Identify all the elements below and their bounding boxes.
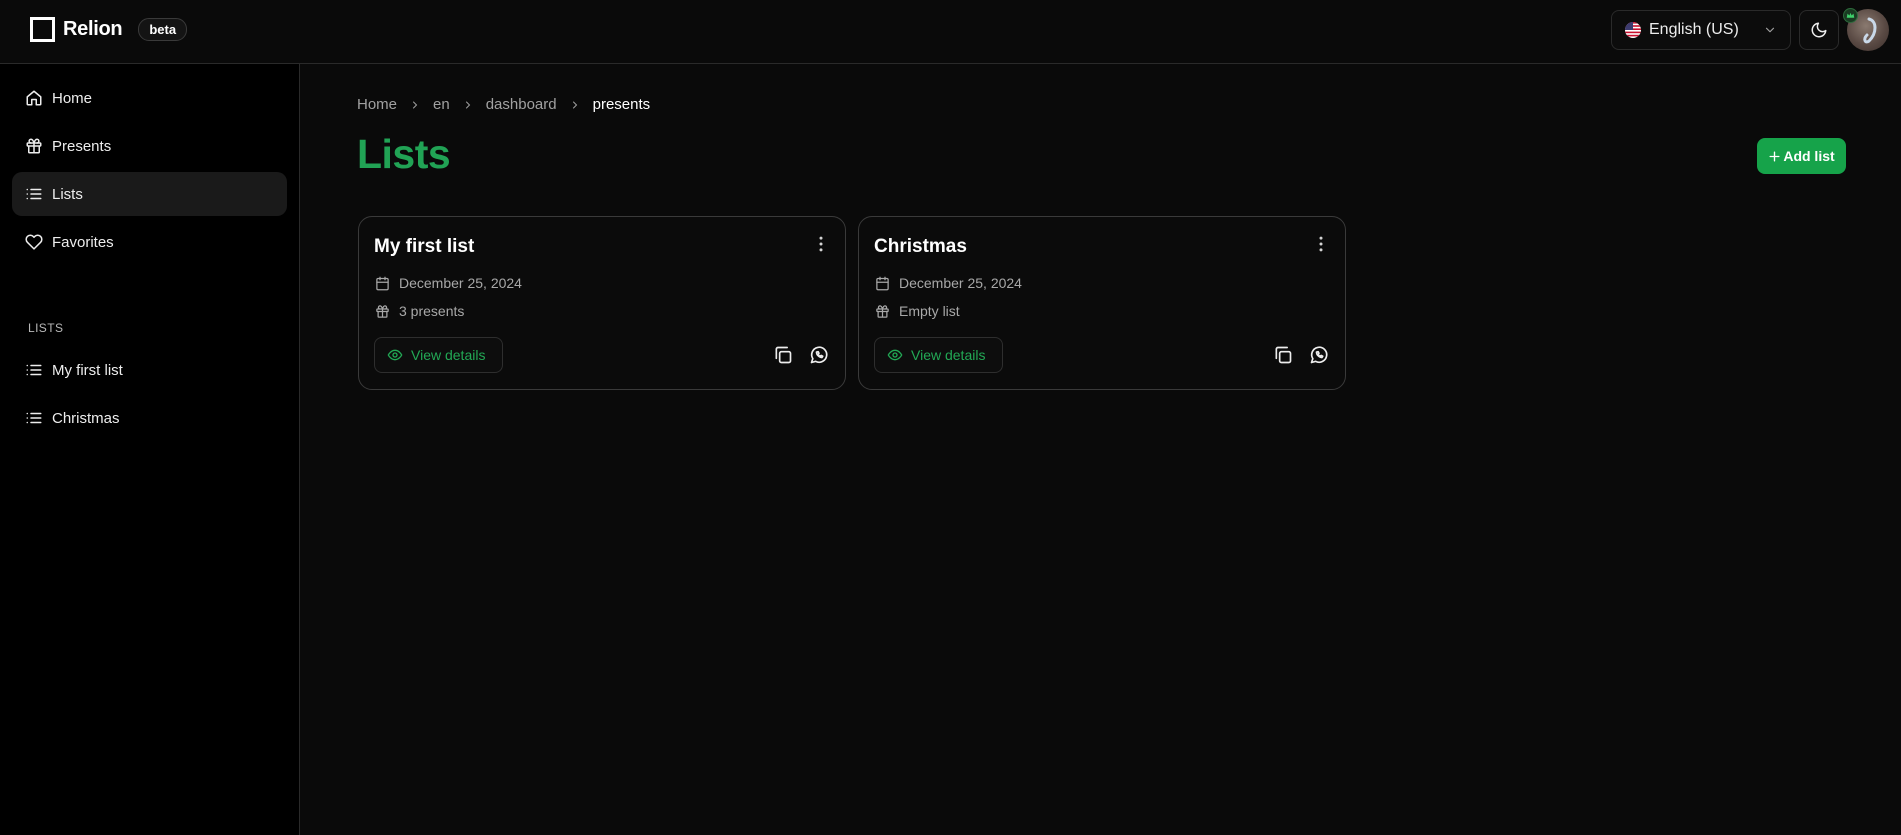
breadcrumb-dashboard[interactable]: dashboard — [486, 96, 557, 113]
sidebar-item-favorites[interactable]: Favorites — [12, 220, 287, 264]
sidebar: Home Presents Lists Favorites LISTS My f… — [0, 64, 300, 835]
sidebar-item-label: Lists — [52, 185, 83, 203]
us-flag-icon — [1625, 22, 1641, 38]
gift-icon — [375, 304, 390, 319]
card-date-text: December 25, 2024 — [899, 275, 1022, 291]
sidebar-item-label: Home — [52, 89, 93, 107]
add-list-button[interactable]: Add list — [1757, 138, 1846, 174]
crown-icon — [1843, 8, 1858, 23]
brand[interactable]: Relion beta — [30, 17, 188, 42]
sidebar-item-christmas[interactable]: Christmas — [12, 396, 287, 440]
sidebar-item-lists[interactable]: Lists — [12, 172, 287, 216]
plus-icon — [1768, 150, 1781, 163]
card-date-text: December 25, 2024 — [399, 275, 522, 291]
sidebar-item-my-first-list[interactable]: My first list — [12, 348, 287, 392]
copy-icon[interactable] — [773, 345, 793, 365]
list-icon — [25, 361, 43, 379]
moon-icon — [1810, 21, 1828, 39]
sidebar-item-label: Christmas — [52, 409, 120, 427]
list-card: Christmas December 25, 2024 Empty list V… — [858, 216, 1346, 390]
card-count: Empty list — [875, 303, 960, 319]
list-icon — [25, 409, 43, 427]
calendar-icon — [375, 276, 390, 291]
card-date: December 25, 2024 — [875, 275, 1022, 291]
theme-toggle-button[interactable] — [1799, 10, 1839, 50]
chevron-down-icon — [1763, 23, 1777, 37]
view-details-button[interactable]: View details — [374, 337, 503, 373]
add-list-label: Add list — [1783, 148, 1835, 164]
brand-name: Relion — [63, 18, 123, 40]
eye-icon — [387, 347, 403, 363]
chevron-right-icon — [569, 99, 581, 111]
chevron-right-icon — [409, 99, 421, 111]
list-card: My first list December 25, 2024 3 presen… — [358, 216, 846, 390]
card-count-text: Empty list — [899, 303, 960, 319]
logo-icon — [30, 17, 55, 42]
sidebar-item-label: My first list — [52, 361, 123, 379]
whatsapp-icon[interactable] — [809, 345, 829, 365]
breadcrumb-en[interactable]: en — [433, 96, 450, 113]
page-title: Lists — [357, 131, 451, 177]
list-icon — [25, 185, 43, 203]
breadcrumb-home[interactable]: Home — [357, 96, 397, 113]
sidebar-item-home[interactable]: Home — [12, 76, 287, 120]
card-count: 3 presents — [375, 303, 464, 319]
sidebar-item-label: Favorites — [52, 233, 114, 251]
view-details-label: View details — [911, 347, 986, 363]
breadcrumb-presents: presents — [592, 96, 651, 113]
language-select[interactable]: English (US) — [1611, 10, 1791, 50]
gift-icon — [875, 304, 890, 319]
top-bar: Relion beta English (US) — [0, 0, 1901, 64]
gift-icon — [25, 137, 43, 155]
sidebar-item-label: Presents — [52, 137, 112, 155]
more-vertical-icon[interactable] — [1311, 234, 1331, 254]
calendar-icon — [875, 276, 890, 291]
home-icon — [25, 89, 43, 107]
card-title: Christmas — [874, 236, 967, 257]
card-title: My first list — [374, 236, 475, 257]
language-label: English (US) — [1649, 21, 1739, 38]
eye-icon — [887, 347, 903, 363]
chevron-right-icon — [462, 99, 474, 111]
whatsapp-icon[interactable] — [1309, 345, 1329, 365]
card-count-text: 3 presents — [399, 303, 465, 319]
heart-icon — [25, 233, 43, 251]
beta-badge: beta — [138, 18, 188, 41]
lists-section-label: LISTS — [28, 321, 64, 335]
view-details-button[interactable]: View details — [874, 337, 1003, 373]
breadcrumb: Home en dashboard presents — [357, 96, 650, 113]
copy-icon[interactable] — [1273, 345, 1293, 365]
sidebar-item-presents[interactable]: Presents — [12, 124, 287, 168]
view-details-label: View details — [411, 347, 486, 363]
more-vertical-icon[interactable] — [811, 234, 831, 254]
card-date: December 25, 2024 — [375, 275, 522, 291]
